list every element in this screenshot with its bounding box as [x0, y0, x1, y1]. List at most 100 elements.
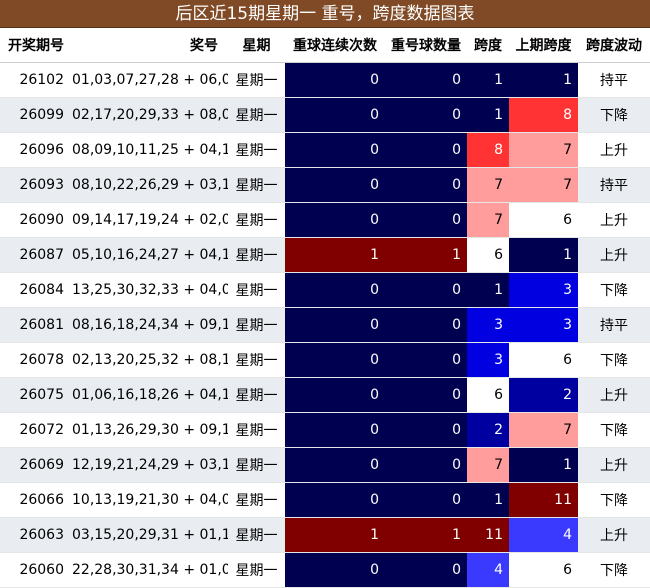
cell-prev-span: 4 — [509, 517, 578, 553]
cell-repeat-count: 0 — [385, 482, 467, 518]
cell-weekday: 星期一 — [228, 272, 285, 308]
cell-period: 26084 — [0, 272, 72, 308]
col-header-prev-span: 上期跨度 — [509, 28, 578, 63]
table-row: 26081 08,16,18,24,34 + 09,12 星期一 0 0 3 3 持平 — [0, 307, 650, 343]
cell-span: 1 — [467, 62, 509, 98]
table-row: 26087 05,10,16,24,27 + 04,10 星期一 1 1 6 1 上升 — [0, 237, 650, 273]
cell-trend: 下降 — [578, 482, 650, 518]
cell-weekday: 星期一 — [228, 377, 285, 413]
cell-weekday: 星期一 — [228, 482, 285, 518]
cell-trend: 上升 — [578, 132, 650, 168]
cell-span: 4 — [467, 552, 509, 588]
cell-numbers: 13,25,30,32,33 + 04,05 — [72, 272, 228, 308]
table-row: 26093 08,10,22,26,29 + 03,10 星期一 0 0 7 7 持平 — [0, 167, 650, 203]
cell-numbers: 09,14,17,19,24 + 02,09 — [72, 202, 228, 238]
cell-prev-span: 1 — [509, 237, 578, 273]
cell-repeat-streak: 0 — [285, 62, 385, 98]
cell-repeat-streak: 0 — [285, 412, 385, 448]
cell-trend: 下降 — [578, 412, 650, 448]
cell-period: 26069 — [0, 447, 72, 483]
table-row: 26072 01,13,26,29,30 + 09,11 星期一 0 0 2 7 下降 — [0, 412, 650, 448]
cell-repeat-count: 0 — [385, 447, 467, 483]
cell-prev-span: 1 — [509, 62, 578, 98]
col-header-span: 跨度 — [467, 28, 509, 63]
table-row: 26060 22,28,30,31,34 + 01,05 星期一 0 0 4 6 下降 — [0, 552, 650, 588]
cell-span: 7 — [467, 447, 509, 483]
cell-span: 2 — [467, 412, 509, 448]
cell-repeat-count: 0 — [385, 412, 467, 448]
cell-repeat-count: 0 — [385, 377, 467, 413]
cell-trend: 上升 — [578, 447, 650, 483]
cell-prev-span: 6 — [509, 552, 578, 588]
cell-weekday: 星期一 — [228, 97, 285, 133]
cell-repeat-count: 0 — [385, 202, 467, 238]
table-row: 26066 10,13,19,21,30 + 04,05 星期一 0 0 1 11 下降 — [0, 482, 650, 518]
cell-repeat-count: 0 — [385, 272, 467, 308]
cell-trend: 下降 — [578, 97, 650, 133]
cell-trend: 上升 — [578, 237, 650, 273]
cell-period: 26075 — [0, 377, 72, 413]
cell-weekday: 星期一 — [228, 552, 285, 588]
cell-trend: 上升 — [578, 377, 650, 413]
col-header-repeat-streak: 重球连续次数 — [285, 28, 385, 63]
cell-prev-span: 7 — [509, 412, 578, 448]
cell-numbers: 03,15,20,29,31 + 01,12 — [72, 517, 228, 553]
cell-weekday: 星期一 — [228, 202, 285, 238]
cell-weekday: 星期一 — [228, 342, 285, 378]
cell-repeat-count: 0 — [385, 167, 467, 203]
cell-prev-span: 7 — [509, 167, 578, 203]
cell-repeat-count: 0 — [385, 307, 467, 343]
cell-period: 26096 — [0, 132, 72, 168]
cell-trend: 下降 — [578, 342, 650, 378]
cell-prev-span: 6 — [509, 342, 578, 378]
cell-span: 3 — [467, 307, 509, 343]
table-row: 26063 03,15,20,29,31 + 01,12 星期一 1 1 11 4 上升 — [0, 517, 650, 553]
cell-prev-span: 6 — [509, 202, 578, 238]
cell-trend: 上升 — [578, 517, 650, 553]
cell-trend: 持平 — [578, 307, 650, 343]
cell-span: 7 — [467, 167, 509, 203]
cell-repeat-streak: 0 — [285, 167, 385, 203]
cell-repeat-streak: 0 — [285, 342, 385, 378]
cell-period: 26102 — [0, 62, 72, 98]
cell-span: 1 — [467, 482, 509, 518]
cell-numbers: 01,06,16,18,26 + 04,10 — [72, 377, 228, 413]
table-row: 26078 02,13,20,25,32 + 08,11 星期一 0 0 3 6 下降 — [0, 342, 650, 378]
cell-repeat-streak: 0 — [285, 377, 385, 413]
table-row: 26069 12,19,21,24,29 + 03,10 星期一 0 0 7 1 上升 — [0, 447, 650, 483]
cell-numbers: 01,03,07,27,28 + 06,07 — [72, 62, 228, 98]
col-header-repeat-count: 重号球数量 — [385, 28, 467, 63]
cell-weekday: 星期一 — [228, 132, 285, 168]
cell-repeat-streak: 0 — [285, 447, 385, 483]
cell-numbers: 10,13,19,21,30 + 04,05 — [72, 482, 228, 518]
cell-weekday: 星期一 — [228, 62, 285, 98]
cell-repeat-count: 1 — [385, 517, 467, 553]
cell-numbers: 02,13,20,25,32 + 08,11 — [72, 342, 228, 378]
cell-span: 1 — [467, 272, 509, 308]
col-header-numbers: 奖号 — [72, 28, 228, 63]
cell-repeat-streak: 0 — [285, 202, 385, 238]
cell-numbers: 02,17,20,29,33 + 08,09 — [72, 97, 228, 133]
cell-span: 6 — [467, 237, 509, 273]
cell-repeat-count: 0 — [385, 97, 467, 133]
col-header-weekday: 星期 — [228, 28, 285, 63]
col-header-period: 开奖期号 — [0, 28, 72, 63]
cell-numbers: 08,09,10,11,25 + 04,12 — [72, 132, 228, 168]
cell-span: 7 — [467, 202, 509, 238]
cell-repeat-streak: 1 — [285, 237, 385, 273]
cell-span: 8 — [467, 132, 509, 168]
cell-period: 26078 — [0, 342, 72, 378]
cell-prev-span: 2 — [509, 377, 578, 413]
cell-repeat-count: 1 — [385, 237, 467, 273]
cell-repeat-streak: 0 — [285, 307, 385, 343]
chart-title: 后区近15期星期一 重号，跨度数据图表 — [0, 0, 650, 28]
cell-prev-span: 11 — [509, 482, 578, 518]
cell-numbers: 01,13,26,29,30 + 09,11 — [72, 412, 228, 448]
cell-repeat-streak: 0 — [285, 272, 385, 308]
cell-period: 26060 — [0, 552, 72, 588]
cell-repeat-streak: 0 — [285, 132, 385, 168]
cell-prev-span: 3 — [509, 307, 578, 343]
cell-span: 1 — [467, 97, 509, 133]
cell-prev-span: 1 — [509, 447, 578, 483]
table-body: 26102 01,03,07,27,28 + 06,07 星期一 0 0 1 1 持平 2609… — [0, 62, 650, 588]
